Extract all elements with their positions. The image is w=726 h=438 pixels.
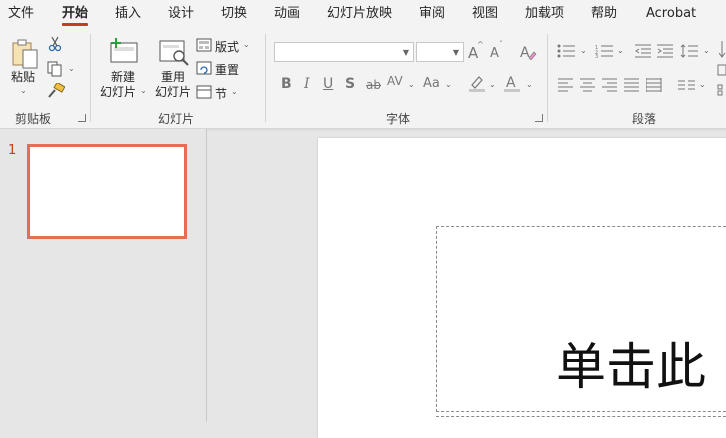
group-divider <box>90 34 91 122</box>
tab-addins[interactable]: 加载项 <box>525 0 564 28</box>
reuse-slides-label-1: 重用 <box>160 70 185 84</box>
tab-animations[interactable]: 动画 <box>274 0 300 28</box>
new-slide-label-2: 幻灯片 <box>99 85 136 99</box>
title-placeholder-text: 单击此 <box>556 338 706 396</box>
align-text-icon[interactable] <box>717 64 726 79</box>
chevron-down-icon[interactable]: ⌄ <box>580 46 587 55</box>
ribbon: 粘贴 ⌄ ⌄ 剪贴板 新建 幻灯片 ⌄ 重用 幻灯片 版式 ⌄ 重置 节 ⌄ 幻… <box>0 28 726 129</box>
italic-button[interactable]: I <box>304 76 310 92</box>
tab-file[interactable]: 文件 <box>8 0 34 28</box>
text-direction-icon[interactable] <box>718 40 726 63</box>
svg-text:3: 3 <box>595 54 598 58</box>
chevron-down-icon[interactable]: ⌄ <box>526 80 533 89</box>
tab-help[interactable]: 帮助 <box>591 0 617 28</box>
font-launcher-icon[interactable] <box>535 114 543 122</box>
font-name-combobox[interactable]: ▼ <box>274 42 414 62</box>
chevron-down-icon[interactable]: ⌄ <box>617 46 624 55</box>
font-size-combobox[interactable]: ▼ <box>416 42 464 62</box>
bold-button[interactable]: B <box>281 76 292 92</box>
tab-slideshow[interactable]: 幻灯片放映 <box>327 0 392 28</box>
increase-indent-icon[interactable] <box>656 44 674 61</box>
shrink-font-button[interactable]: A <box>490 46 499 61</box>
layout-button[interactable]: 版式 <box>215 38 239 55</box>
slide-thumbnail[interactable] <box>27 144 187 239</box>
paste-icon <box>12 39 38 69</box>
chevron-down-icon[interactable]: ⌄ <box>243 40 250 49</box>
section-button[interactable]: 节 <box>215 85 227 102</box>
clipboard-launcher-icon[interactable] <box>78 114 86 122</box>
chevron-down-icon[interactable]: ⌄ <box>445 80 452 89</box>
clipboard-group-label: 剪贴板 <box>15 112 52 126</box>
tab-insert[interactable]: 插入 <box>115 0 141 28</box>
line-spacing-icon[interactable] <box>680 44 700 61</box>
font-group-label: 字体 <box>386 112 411 126</box>
underline-button[interactable]: U <box>323 76 333 92</box>
font-color-icon[interactable]: A <box>503 74 523 95</box>
tab-transitions[interactable]: 切换 <box>221 0 247 28</box>
slide-number: 1 <box>8 143 17 158</box>
paste-button[interactable] <box>10 38 40 73</box>
format-painter-icon[interactable] <box>47 81 66 102</box>
ribbon-tab-bar: 文件 开始 插入 设计 切换 动画 幻灯片放映 审阅 视图 加载项 帮助 Acr… <box>0 0 726 28</box>
strikethrough-button[interactable]: ab <box>366 78 381 92</box>
decrease-indent-icon[interactable] <box>634 44 652 61</box>
font-color-letter: A <box>506 75 516 91</box>
bullets-icon[interactable] <box>557 44 579 61</box>
svg-text:A: A <box>520 45 530 60</box>
reuse-slides-label-2: 幻灯片 <box>154 85 191 99</box>
highlight-color-icon[interactable] <box>468 74 488 95</box>
columns-icon[interactable] <box>678 78 696 95</box>
grow-arrow-icon: ^ <box>477 40 484 49</box>
shrink-arrow-icon: ˇ <box>499 40 503 49</box>
chevron-down-icon: ▼ <box>402 48 409 57</box>
chevron-down-icon[interactable]: ⌄ <box>231 87 238 96</box>
justify-icon[interactable] <box>624 78 640 95</box>
reset-button[interactable]: 重置 <box>215 61 239 78</box>
subtitle-placeholder[interactable] <box>436 416 726 426</box>
smartart-icon[interactable] <box>717 84 726 99</box>
tab-review[interactable]: 审阅 <box>419 0 445 28</box>
change-case-button[interactable]: Aa <box>423 76 440 91</box>
chevron-down-icon[interactable]: ⌄ <box>20 86 27 95</box>
chevron-down-icon[interactable]: ⌄ <box>699 80 706 89</box>
reuse-slides-icon <box>159 40 189 66</box>
slides-group-label: 幻灯片 <box>158 112 195 126</box>
numbering-icon[interactable]: 123 <box>595 44 617 61</box>
tab-view[interactable]: 视图 <box>472 0 498 28</box>
reset-icon[interactable] <box>196 61 212 78</box>
align-left-icon[interactable] <box>558 78 574 95</box>
align-right-icon[interactable] <box>602 78 618 95</box>
group-divider <box>265 34 266 122</box>
chevron-down-icon[interactable]: ⌄ <box>703 46 710 55</box>
layout-icon[interactable] <box>196 38 212 55</box>
group-divider <box>547 34 548 122</box>
cut-icon[interactable] <box>48 36 62 55</box>
paragraph-group-label: 段落 <box>632 112 657 126</box>
chevron-down-icon[interactable]: ⌄ <box>140 86 147 95</box>
tab-design[interactable]: 设计 <box>168 0 194 28</box>
chevron-down-icon[interactable]: ⌄ <box>489 80 496 89</box>
new-slide-label-1: 新建 <box>110 70 135 84</box>
new-slide-icon <box>110 38 138 63</box>
new-slide-button[interactable] <box>108 38 140 67</box>
clear-formatting-icon[interactable]: A <box>519 44 537 63</box>
tab-acrobat[interactable]: Acrobat <box>646 0 696 28</box>
char-spacing-button[interactable]: AV <box>387 74 403 88</box>
chevron-down-icon[interactable]: ⌄ <box>408 80 415 89</box>
section-icon[interactable] <box>196 85 212 102</box>
distributed-icon[interactable] <box>645 78 662 95</box>
reuse-slides-button[interactable] <box>158 38 190 69</box>
chevron-down-icon: ▼ <box>452 48 459 57</box>
chevron-down-icon[interactable]: ⌄ <box>68 64 75 73</box>
align-center-icon[interactable] <box>580 78 596 95</box>
copy-icon[interactable] <box>47 61 63 80</box>
pane-splitter[interactable] <box>206 129 207 422</box>
tab-home[interactable]: 开始 <box>62 0 89 28</box>
shadow-button[interactable]: S <box>345 76 355 92</box>
paste-label: 粘贴 <box>10 70 35 84</box>
